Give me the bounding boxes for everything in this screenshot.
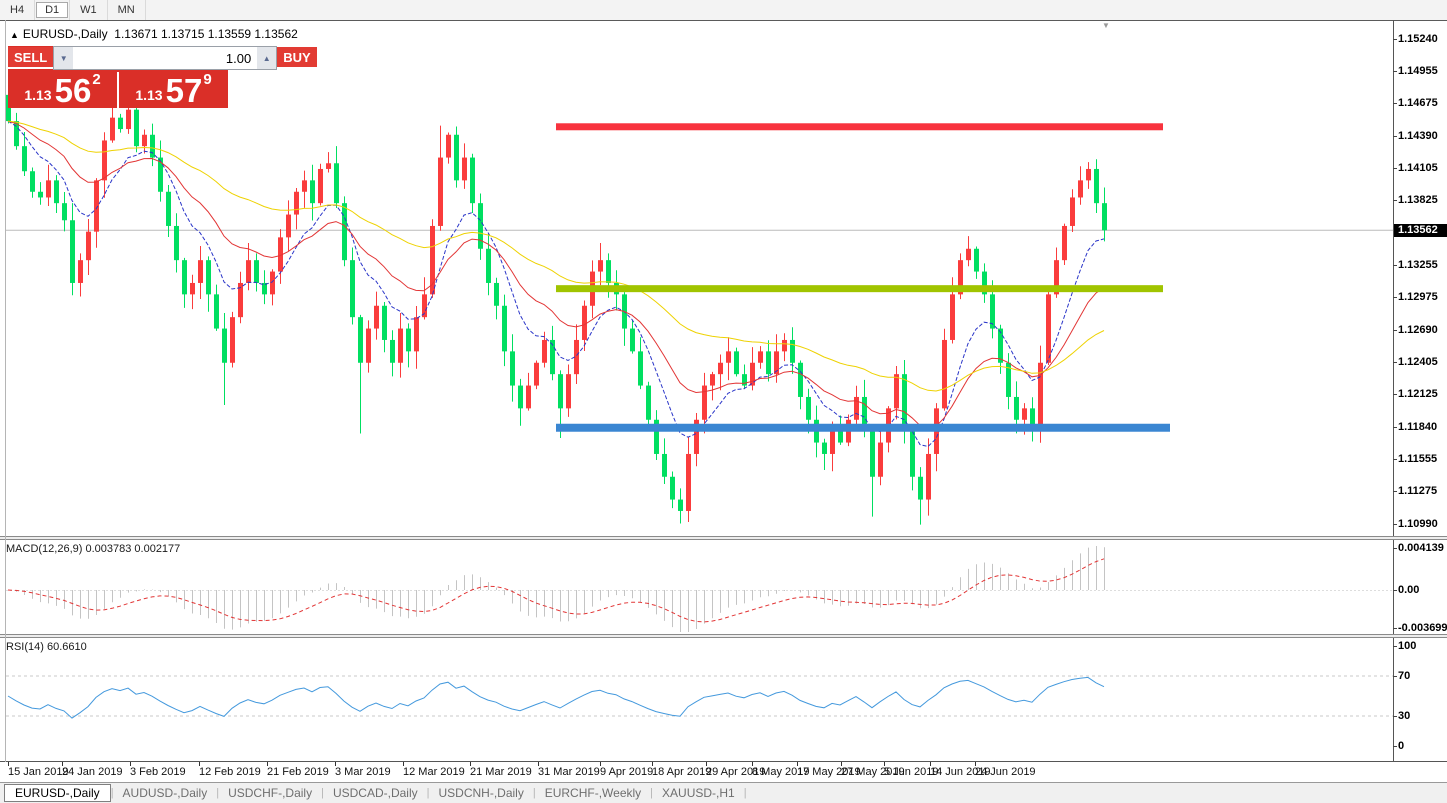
current-price-tag: 1.13562 xyxy=(1394,224,1447,238)
volume-decrease-button[interactable]: ▼ xyxy=(54,47,74,69)
rsi-label: RSI(14) 60.6610 xyxy=(6,641,87,653)
chart-window[interactable]: ▲ EURUSD-,Daily 1.13671 1.13715 1.13559 1… xyxy=(0,20,1447,783)
rsi-scale-label: 100 xyxy=(1392,640,1417,652)
price-scale-label: 1.12975 xyxy=(1393,291,1438,304)
price-scale-label: 1.13255 xyxy=(1393,259,1438,272)
chart-tab-usdcad-daily[interactable]: USDCAD-,Daily xyxy=(324,785,427,801)
buy-button[interactable]: BUY xyxy=(277,47,317,69)
timeframe-slot: D1 xyxy=(35,0,71,20)
timeframe-slot: MN xyxy=(108,0,146,20)
price-scale-label: 1.11275 xyxy=(1392,485,1438,497)
chart-shift-marker-icon[interactable]: ▼ xyxy=(1102,21,1110,30)
chart-tab-eurchf-weekly[interactable]: EURCHF-,Weekly xyxy=(536,785,650,801)
date-label: 3 Feb 2019 xyxy=(130,766,186,778)
chart-tab-xauusd-h1[interactable]: XAUUSD-,H1 xyxy=(653,785,744,801)
date-label: 3 Mar 2019 xyxy=(335,766,391,778)
date-label: 21 Mar 2019 xyxy=(470,766,532,778)
date-label: 31 Mar 2019 xyxy=(538,766,600,778)
price-scale-label: 1.14955 xyxy=(1393,65,1438,78)
date-label: 15 Jan 2019 xyxy=(8,766,69,778)
price-scale-label: 1.14675 xyxy=(1393,97,1438,110)
price-chart-canvas[interactable] xyxy=(0,20,1447,761)
chart-tab-eurusd-daily[interactable]: EURUSD-,Daily xyxy=(4,784,111,802)
chart-symbol-header: ▲ EURUSD-,Daily 1.13671 1.13715 1.13559 1… xyxy=(10,27,298,41)
timeframe-toolbar: H4 D1 W1 MN xyxy=(0,0,1447,21)
buy-price-display[interactable]: 1.13 57 9 xyxy=(119,72,228,108)
buy-price-prefix: 1.13 xyxy=(135,87,163,103)
date-label: 9 Apr 2019 xyxy=(600,766,654,778)
date-label: 24 Jan 2019 xyxy=(62,766,123,778)
date-label: 18 Apr 2019 xyxy=(652,766,712,778)
chart-tab-usdcnh-daily[interactable]: USDCNH-,Daily xyxy=(430,785,533,801)
mt4-window: H4 D1 W1 MN ▲ EURUSD-,Daily 1.13671 1.13715 … xyxy=(0,0,1447,803)
volume-increase-button[interactable]: ▲ xyxy=(257,47,277,69)
date-label: 12 Mar 2019 xyxy=(403,766,465,778)
price-scale-label: 1.14390 xyxy=(1393,129,1438,142)
rsi-scale-label: 30 xyxy=(1392,710,1411,722)
sell-button[interactable]: SELL xyxy=(8,47,54,69)
ohlc-readout: 1.13671 1.13715 1.13559 1.13562 xyxy=(114,27,298,41)
window-left-edge xyxy=(5,20,6,762)
price-scale-label: 1.13825 xyxy=(1393,194,1438,207)
price-scale-label: 1.10990 xyxy=(1393,517,1438,530)
price-scale-label: 1.12405 xyxy=(1393,356,1438,369)
level-band-resistance[interactable] xyxy=(556,123,1163,131)
sell-price-display[interactable]: 1.13 56 2 xyxy=(8,72,117,108)
price-scale-label: 1.11840 xyxy=(1392,420,1438,433)
chart-tab-bar: EURUSD-,Daily | AUDUSD-,Daily | USDCHF-,Dail… xyxy=(0,782,1447,803)
macd-scale-label: 0.004139 xyxy=(1393,541,1444,554)
volume-spinner: ▼ ▲ xyxy=(53,46,278,70)
price-scale-label: 1.12125 xyxy=(1393,388,1438,401)
date-label: 24 Jun 2019 xyxy=(975,766,1036,778)
tab-separator: | xyxy=(743,787,747,799)
price-scale-label: 1.11555 xyxy=(1392,453,1438,466)
timeframe-button-w1[interactable]: W1 xyxy=(71,2,106,18)
level-band-support[interactable] xyxy=(556,423,1170,432)
price-scale-label: 1.14105 xyxy=(1393,162,1438,175)
buy-price-pip: 9 xyxy=(203,71,212,88)
rsi-scale-label: 0 xyxy=(1392,740,1405,752)
level-band-mid-range[interactable] xyxy=(556,285,1163,293)
macd-scale-label: 0.00 xyxy=(1392,584,1420,596)
one-click-trade-widget: SELL ▼ ▲ BUY 1.13 56 2 1.13 57 9 xyxy=(8,46,317,108)
buy-price-main: 57 xyxy=(165,71,203,109)
macd-scale-label: -0.003699 xyxy=(1393,621,1447,634)
macd-label: MACD(12,26,9) 0.003783 0.002177 xyxy=(6,543,181,555)
date-label: 21 Feb 2019 xyxy=(267,766,329,778)
sell-price-prefix: 1.13 xyxy=(24,87,52,103)
rsi-scale-label: 70 xyxy=(1392,670,1411,682)
chart-tab-audusd-daily[interactable]: AUDUSD-,Daily xyxy=(114,785,217,801)
timeframe-button-d1[interactable]: D1 xyxy=(36,2,69,18)
price-scale-label: 1.12690 xyxy=(1393,323,1438,336)
timeframe-slot: H4 xyxy=(0,0,36,20)
volume-input[interactable] xyxy=(73,47,258,69)
price-scale-label: 1.15240 xyxy=(1393,33,1438,45)
sell-price-main: 56 xyxy=(54,71,92,109)
symbol-label: EURUSD-,Daily xyxy=(22,27,108,41)
sell-price-pip: 2 xyxy=(92,71,101,88)
date-axis[interactable]: 15 Jan 2019 24 Jan 2019 3 Feb 2019 12 Feb 2… xyxy=(0,761,1447,783)
collapse-arrow-icon[interactable]: ▲ xyxy=(10,30,19,40)
timeframe-button-mn[interactable]: MN xyxy=(109,2,144,18)
timeframe-button-h4[interactable]: H4 xyxy=(1,2,33,18)
chart-tab-usdchf-daily[interactable]: USDCHF-,Daily xyxy=(219,785,321,801)
date-label: 12 Feb 2019 xyxy=(199,766,261,778)
timeframe-slot: W1 xyxy=(70,0,108,20)
